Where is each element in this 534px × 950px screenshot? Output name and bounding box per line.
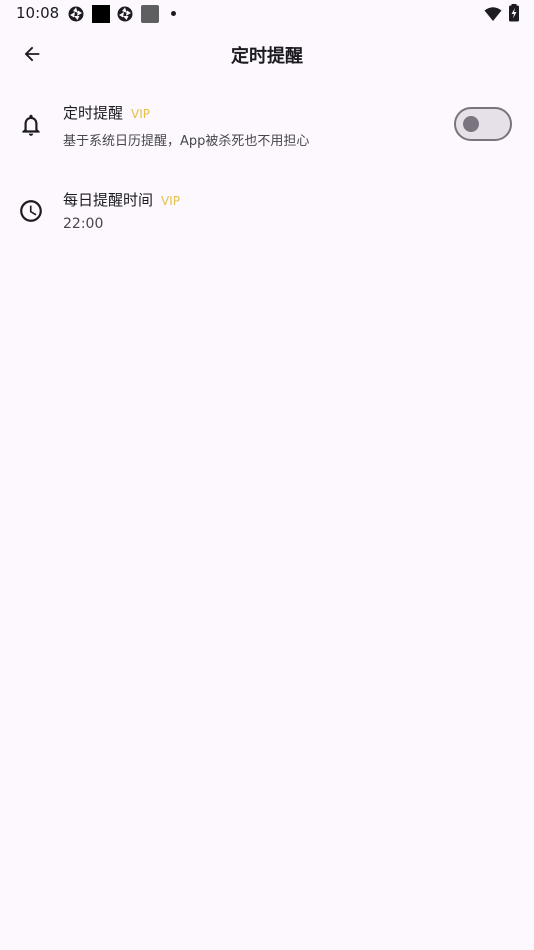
screen: 10:08 定时提醒 定时提醒 VIP 基于系统日历提醒，App被杀死也不用担心…: [0, 0, 534, 950]
vip-badge: VIP: [131, 107, 150, 121]
bell-icon: [22, 114, 40, 136]
switch-thumb: [463, 116, 479, 132]
reminder-switch[interactable]: [454, 107, 512, 141]
daily-reminder-time-row[interactable]: 每日提醒时间 VIP 22:00: [0, 180, 534, 246]
battery-charging-icon: [509, 4, 519, 22]
daily-time-title: 每日提醒时间 VIP: [63, 189, 180, 210]
wifi-icon: [484, 7, 502, 21]
daily-time-title-text: 每日提醒时间: [63, 191, 154, 209]
status-time: 10:08: [16, 4, 60, 22]
daily-time-value: 22:00: [63, 216, 104, 232]
aperture-icon: [117, 6, 133, 22]
page-title: 定时提醒: [231, 46, 303, 67]
clock-icon: [20, 200, 42, 222]
reminder-title-text: 定时提醒: [63, 104, 124, 122]
reminder-subtitle: 基于系统日历提醒，App被杀死也不用担心: [63, 134, 310, 149]
app-notification-icon: [141, 5, 159, 23]
reminder-title: 定时提醒 VIP: [63, 102, 150, 123]
app-bar: 定时提醒: [0, 28, 534, 80]
status-bar: 10:08: [0, 0, 534, 28]
vip-badge: VIP: [161, 194, 180, 208]
app-notification-icon: [92, 5, 110, 23]
aperture-icon: [68, 6, 84, 22]
more-notifications-dot-icon: [171, 11, 176, 16]
